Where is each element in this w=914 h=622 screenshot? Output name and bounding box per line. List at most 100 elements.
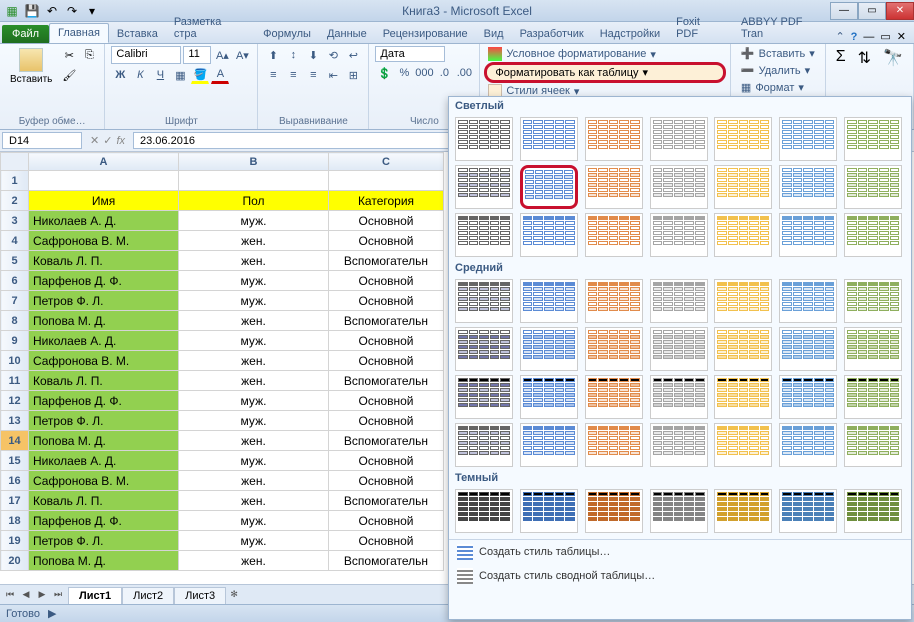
row-header[interactable]: 12 <box>1 391 29 411</box>
table-style-swatch[interactable] <box>585 327 643 371</box>
table-style-swatch[interactable] <box>844 213 902 257</box>
cell[interactable]: Попова М. Д. <box>29 551 179 571</box>
table-style-swatch[interactable] <box>520 489 578 533</box>
font-color-icon[interactable]: A <box>211 66 229 84</box>
name-box[interactable]: D14 <box>2 132 82 149</box>
table-style-swatch[interactable] <box>779 279 837 323</box>
font-size-select[interactable]: 11 <box>183 46 211 64</box>
table-style-swatch[interactable] <box>714 423 772 467</box>
cell[interactable]: Петров Ф. Л. <box>29 531 179 551</box>
tab-home[interactable]: Главная <box>49 23 109 43</box>
align-center-icon[interactable]: ≡ <box>284 66 302 84</box>
table-style-swatch[interactable] <box>650 279 708 323</box>
cell[interactable]: муж. <box>179 391 329 411</box>
row-header[interactable]: 17 <box>1 491 29 511</box>
align-right-icon[interactable]: ≡ <box>304 66 322 84</box>
table-style-swatch[interactable] <box>455 279 513 323</box>
save-icon[interactable]: 💾 <box>24 3 40 19</box>
row-header[interactable]: 13 <box>1 411 29 431</box>
cell[interactable]: Основной <box>329 411 444 431</box>
cell[interactable]: Коваль Л. П. <box>29 491 179 511</box>
cell[interactable]: Основной <box>329 291 444 311</box>
table-style-swatch[interactable] <box>455 117 513 161</box>
cell[interactable]: муж. <box>179 331 329 351</box>
table-style-swatch[interactable] <box>520 117 578 161</box>
cell[interactable]: жен. <box>179 551 329 571</box>
sheet-nav-next-icon[interactable]: ▶ <box>34 587 50 603</box>
cell[interactable]: Парфенов Д. Ф. <box>29 511 179 531</box>
tab-developer[interactable]: Разработчик <box>512 25 592 43</box>
tab-addins[interactable]: Надстройки <box>592 25 668 43</box>
table-style-swatch[interactable] <box>650 423 708 467</box>
row-header[interactable]: 15 <box>1 451 29 471</box>
table-style-swatch[interactable] <box>844 375 902 419</box>
copy-icon[interactable]: ⎘ <box>80 46 98 64</box>
table-style-swatch[interactable] <box>585 489 643 533</box>
confirm-formula-icon[interactable]: ✓ <box>103 134 112 147</box>
table-style-swatch[interactable] <box>455 213 513 257</box>
cell[interactable]: Парфенов Д. Ф. <box>29 391 179 411</box>
table-style-swatch[interactable] <box>650 117 708 161</box>
cell[interactable]: муж. <box>179 451 329 471</box>
cell[interactable]: Сафронова В. М. <box>29 471 179 491</box>
table-style-swatch[interactable] <box>714 375 772 419</box>
merge-icon[interactable]: ⊞ <box>344 66 362 84</box>
row-header[interactable]: 2 <box>1 191 29 211</box>
cell[interactable]: Вспомогательн <box>329 311 444 331</box>
table-style-swatch[interactable] <box>520 423 578 467</box>
cell[interactable]: муж. <box>179 271 329 291</box>
row-header[interactable]: 16 <box>1 471 29 491</box>
table-style-swatch[interactable] <box>455 489 513 533</box>
redo-icon[interactable]: ↷ <box>64 3 80 19</box>
table-style-swatch[interactable] <box>455 165 513 209</box>
column-header-A[interactable]: A <box>29 153 179 171</box>
align-left-icon[interactable]: ≡ <box>264 66 282 84</box>
table-style-swatch[interactable] <box>844 423 902 467</box>
table-style-swatch[interactable] <box>520 375 578 419</box>
decrease-font-icon[interactable]: A▾ <box>233 46 251 64</box>
cell[interactable]: муж. <box>179 511 329 531</box>
comma-icon[interactable]: 000 <box>415 64 433 82</box>
cell[interactable]: муж. <box>179 291 329 311</box>
percent-icon[interactable]: % <box>395 64 413 82</box>
table-style-swatch[interactable] <box>650 213 708 257</box>
row-header[interactable]: 14 <box>1 431 29 451</box>
cell[interactable]: Вспомогательн <box>329 251 444 271</box>
insert-cells-button[interactable]: ➕Вставить▾ <box>737 46 819 61</box>
cell[interactable]: жен. <box>179 251 329 271</box>
orientation-icon[interactable]: ⟲ <box>324 46 342 64</box>
increase-font-icon[interactable]: A▴ <box>213 46 231 64</box>
table-style-swatch[interactable] <box>520 165 578 209</box>
new-sheet-icon[interactable]: ✻ <box>226 587 242 603</box>
table-style-swatch[interactable] <box>779 165 837 209</box>
new-table-style-button[interactable]: Создать стиль таблицы… <box>449 540 911 564</box>
cell[interactable]: Основной <box>329 231 444 251</box>
cell[interactable]: Сафронова В. М. <box>29 351 179 371</box>
decrease-indent-icon[interactable]: ⇤ <box>324 66 342 84</box>
table-style-swatch[interactable] <box>779 117 837 161</box>
row-header[interactable]: 10 <box>1 351 29 371</box>
bold-icon[interactable]: Ж <box>111 66 129 84</box>
maximize-button[interactable]: ▭ <box>858 2 886 20</box>
row-header[interactable]: 5 <box>1 251 29 271</box>
help-icon[interactable]: ? <box>851 31 858 43</box>
format-cells-button[interactable]: ▦Формат▾ <box>737 80 819 95</box>
sheet-nav-first-icon[interactable]: ⏮ <box>2 587 18 603</box>
cell[interactable] <box>179 171 329 191</box>
table-style-swatch[interactable] <box>844 279 902 323</box>
tab-abbyy[interactable]: ABBYY PDF Tran <box>733 13 836 43</box>
file-tab[interactable]: Файл <box>2 25 49 43</box>
table-style-swatch[interactable] <box>585 279 643 323</box>
table-style-swatch[interactable] <box>585 165 643 209</box>
doc-minimize-icon[interactable]: — <box>863 31 874 43</box>
cell[interactable]: Основной <box>329 351 444 371</box>
fill-color-icon[interactable]: 🪣 <box>191 66 209 84</box>
delete-cells-button[interactable]: ➖Удалить▾ <box>737 63 819 78</box>
tab-formulas[interactable]: Формулы <box>255 25 319 43</box>
table-style-swatch[interactable] <box>455 423 513 467</box>
table-style-swatch[interactable] <box>650 327 708 371</box>
cell[interactable]: Основной <box>329 391 444 411</box>
table-style-swatch[interactable] <box>455 375 513 419</box>
qat-dropdown-icon[interactable]: ▾ <box>84 3 100 19</box>
wrap-text-icon[interactable]: ↩ <box>344 46 362 64</box>
